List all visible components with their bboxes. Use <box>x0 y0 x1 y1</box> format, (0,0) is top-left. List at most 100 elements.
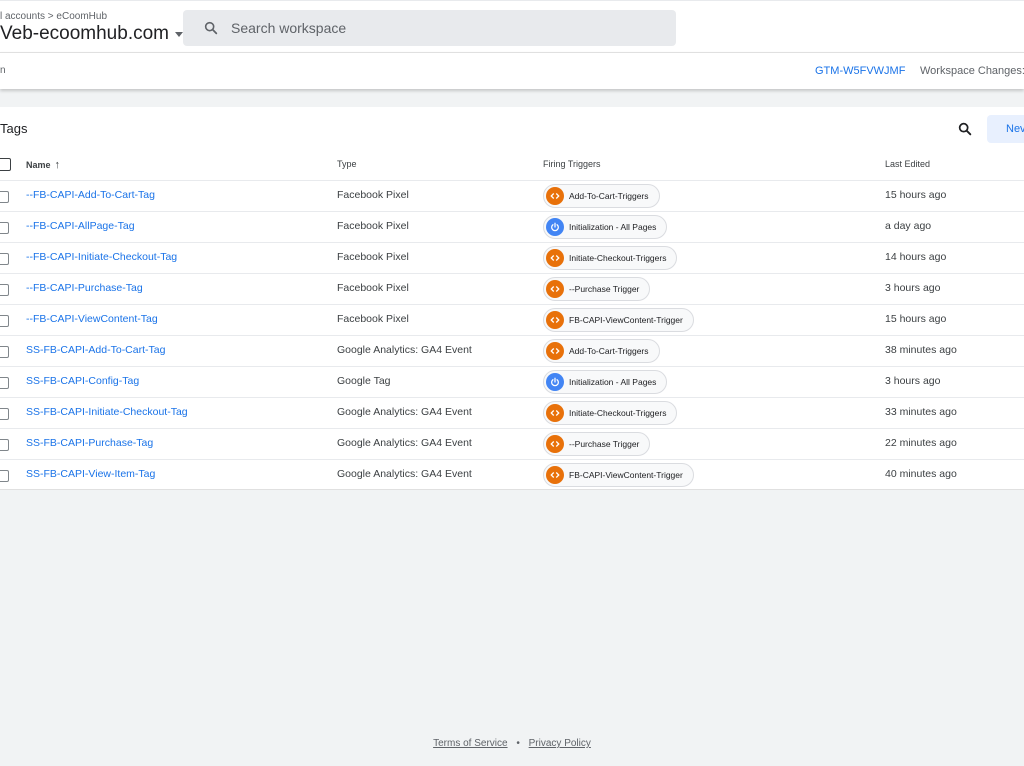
row-checkbox[interactable] <box>0 346 9 358</box>
firing-trigger-chip[interactable]: Add-To-Cart-Triggers <box>543 184 660 208</box>
firing-trigger-chip[interactable]: Initialization - All Pages <box>543 370 668 394</box>
code-icon <box>546 249 564 267</box>
column-header-firing-triggers[interactable]: Firing Triggers <box>543 159 601 169</box>
table-row[interactable]: SS-FB-CAPI-Initiate-Checkout-Tag Google A… <box>0 397 1024 428</box>
row-checkbox[interactable] <box>0 191 9 203</box>
tag-name-link[interactable]: --FB-CAPI-AllPage-Tag <box>26 220 135 232</box>
tag-type: Facebook Pixel <box>337 251 409 263</box>
tag-name-link[interactable]: SS-FB-CAPI-View-Item-Tag <box>26 468 155 480</box>
table-row[interactable]: --FB-CAPI-Initiate-Checkout-Tag Facebook … <box>0 242 1024 273</box>
search-icon[interactable] <box>957 121 973 137</box>
top-app-bar: l accounts > eCoomHub Veb-ecoomhub.com S… <box>0 0 1024 53</box>
table-row[interactable]: --FB-CAPI-AllPage-Tag Facebook Pixel Initi… <box>0 211 1024 242</box>
firing-trigger-chip[interactable]: FB-CAPI-ViewContent-Trigger <box>543 463 694 487</box>
tag-name-link[interactable]: --FB-CAPI-Initiate-Checkout-Tag <box>26 251 177 263</box>
last-edited: 14 hours ago <box>885 251 947 263</box>
trigger-label: FB-CAPI-ViewContent-Trigger <box>569 470 683 480</box>
tag-type: Google Analytics: GA4 Event <box>337 406 472 418</box>
trigger-label: --Purchase Trigger <box>569 439 640 449</box>
code-icon <box>546 435 564 453</box>
last-edited: 15 hours ago <box>885 189 947 201</box>
container-id-link[interactable]: GTM-W5FVWJMF <box>815 65 905 77</box>
tag-type: Facebook Pixel <box>337 189 409 201</box>
table-row[interactable]: SS-FB-CAPI-Purchase-Tag Google Analytics:… <box>0 428 1024 459</box>
row-checkbox[interactable] <box>0 470 9 482</box>
new-tag-button[interactable]: Nev <box>987 115 1024 143</box>
code-icon <box>546 404 564 422</box>
code-icon <box>546 342 564 360</box>
table-row[interactable]: --FB-CAPI-ViewContent-Tag Facebook Pixel F… <box>0 304 1024 335</box>
table-row[interactable]: SS-FB-CAPI-Config-Tag Google Tag Initializ… <box>0 366 1024 397</box>
firing-trigger-chip[interactable]: Initiate-Checkout-Triggers <box>543 401 678 425</box>
table-row[interactable]: --FB-CAPI-Add-To-Cart-Tag Facebook Pixel A… <box>0 180 1024 211</box>
power-icon <box>546 373 564 391</box>
firing-trigger-chip[interactable]: Initiate-Checkout-Triggers <box>543 246 678 270</box>
column-header-name[interactable]: Name ↑ <box>26 159 60 171</box>
footer-separator: • <box>516 738 520 749</box>
row-checkbox[interactable] <box>0 222 9 234</box>
trigger-label: Add-To-Cart-Triggers <box>569 191 649 201</box>
last-edited: a day ago <box>885 220 932 232</box>
row-checkbox[interactable] <box>0 315 9 327</box>
footer: Terms of Service • Privacy Policy <box>0 738 1024 749</box>
chevron-down-icon <box>175 31 183 37</box>
tag-name-link[interactable]: SS-FB-CAPI-Add-To-Cart-Tag <box>26 344 165 356</box>
last-edited: 3 hours ago <box>885 375 941 387</box>
workspace-changes-label: Workspace Changes: <box>920 65 1024 77</box>
privacy-policy-link[interactable]: Privacy Policy <box>529 738 591 749</box>
tag-name-link[interactable]: --FB-CAPI-ViewContent-Tag <box>26 313 158 325</box>
row-checkbox[interactable] <box>0 284 9 296</box>
trigger-label: Initialization - All Pages <box>569 377 657 387</box>
search-placeholder: Search workspace <box>231 20 347 36</box>
last-edited: 3 hours ago <box>885 282 941 294</box>
tag-name-link[interactable]: SS-FB-CAPI-Initiate-Checkout-Tag <box>26 406 188 418</box>
tag-name-link[interactable]: SS-FB-CAPI-Purchase-Tag <box>26 437 153 449</box>
tag-name-link[interactable]: --FB-CAPI-Purchase-Tag <box>26 282 143 294</box>
row-checkbox[interactable] <box>0 408 9 420</box>
column-header-name-label: Name <box>26 160 51 170</box>
tag-type: Google Analytics: GA4 Event <box>337 468 472 480</box>
tag-name-link[interactable]: SS-FB-CAPI-Config-Tag <box>26 375 139 387</box>
firing-trigger-chip[interactable]: --Purchase Trigger <box>543 277 651 301</box>
arrow-up-icon: ↑ <box>54 159 61 171</box>
firing-trigger-chip[interactable]: --Purchase Trigger <box>543 432 651 456</box>
container-name: Veb-ecoomhub.com <box>0 23 169 44</box>
table-row[interactable]: SS-FB-CAPI-Add-To-Cart-Tag Google Analyti… <box>0 335 1024 366</box>
tag-type: Google Tag <box>337 375 391 387</box>
workspace-tab[interactable]: n <box>0 65 6 76</box>
trigger-label: Add-To-Cart-Triggers <box>569 346 649 356</box>
row-checkbox[interactable] <box>0 253 9 265</box>
column-header-type[interactable]: Type <box>337 159 357 169</box>
last-edited: 15 hours ago <box>885 313 947 325</box>
last-edited: 22 minutes ago <box>885 437 957 449</box>
column-header-last-edited[interactable]: Last Edited <box>885 159 930 169</box>
tag-type: Facebook Pixel <box>337 220 409 232</box>
table-row[interactable]: --FB-CAPI-Purchase-Tag Facebook Pixel --Pu… <box>0 273 1024 304</box>
trigger-label: Initiate-Checkout-Triggers <box>569 408 667 418</box>
tag-type: Facebook Pixel <box>337 313 409 325</box>
code-icon <box>546 311 564 329</box>
firing-trigger-chip[interactable]: FB-CAPI-ViewContent-Trigger <box>543 308 694 332</box>
trigger-label: Initialization - All Pages <box>569 222 657 232</box>
last-edited: 38 minutes ago <box>885 344 957 356</box>
trigger-label: FB-CAPI-ViewContent-Trigger <box>569 315 683 325</box>
tag-type: Google Analytics: GA4 Event <box>337 437 472 449</box>
page-title: Tags <box>0 121 28 136</box>
tag-type: Google Analytics: GA4 Event <box>337 344 472 356</box>
terms-of-service-link[interactable]: Terms of Service <box>433 738 507 749</box>
tag-name-link[interactable]: --FB-CAPI-Add-To-Cart-Tag <box>26 189 155 201</box>
code-icon <box>546 280 564 298</box>
firing-trigger-chip[interactable]: Initialization - All Pages <box>543 215 668 239</box>
row-checkbox[interactable] <box>0 439 9 451</box>
search-workspace-input[interactable]: Search workspace <box>183 10 676 46</box>
power-icon <box>546 218 564 236</box>
row-checkbox[interactable] <box>0 377 9 389</box>
select-all-checkbox[interactable] <box>0 158 11 171</box>
workspace-bar: n GTM-W5FVWJMF Workspace Changes: <box>0 52 1024 89</box>
tag-type: Facebook Pixel <box>337 282 409 294</box>
code-icon <box>546 466 564 484</box>
firing-trigger-chip[interactable]: Add-To-Cart-Triggers <box>543 339 660 363</box>
breadcrumb[interactable]: l accounts > eCoomHub <box>0 11 107 22</box>
table-row[interactable]: SS-FB-CAPI-View-Item-Tag Google Analytics… <box>0 459 1024 490</box>
container-selector[interactable]: Veb-ecoomhub.com <box>0 23 183 45</box>
